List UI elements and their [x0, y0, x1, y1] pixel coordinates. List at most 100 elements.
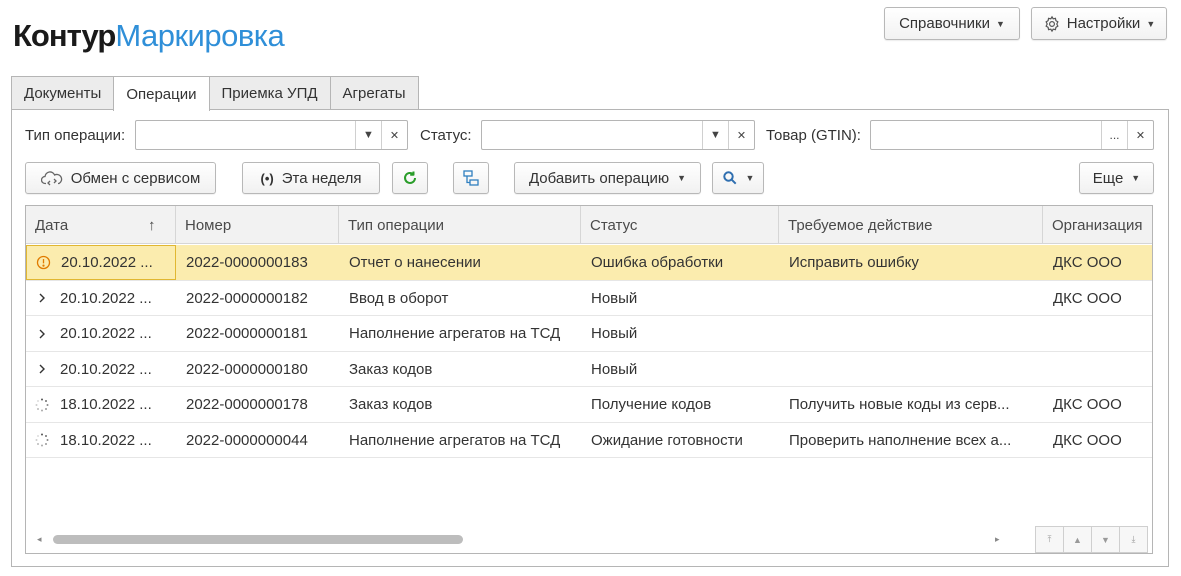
cell-text: Ожидание готовности — [591, 431, 743, 449]
cell-text: 20.10.2022 ... — [60, 289, 152, 307]
table-cell-status: Ожидание готовности — [581, 423, 779, 458]
column-header-status[interactable]: Статус — [581, 206, 779, 244]
table-cell-org: ДКС ООО — [1043, 281, 1152, 316]
cell-text: 2022-0000000183 — [186, 254, 308, 271]
scroll-right-icon[interactable]: ▸ — [995, 534, 1000, 545]
table-cell-org: ДКС ООО — [1043, 387, 1152, 422]
table-cell-date: 20.10.2022 ... — [26, 316, 176, 351]
table-cell-type: Наполнение агрегатов на ТСД — [339, 316, 581, 351]
column-header-required-action[interactable]: Требуемое действие — [779, 206, 1043, 244]
add-operation-button[interactable]: Добавить операцию ▼ — [514, 162, 701, 194]
exchange-with-service-button[interactable]: Обмен с сервисом — [25, 162, 216, 194]
product-field[interactable]: ... ✕ — [870, 120, 1154, 150]
table-cell-date: 20.10.2022 ... — [26, 352, 176, 387]
chevron-down-icon: ▼ — [745, 173, 755, 183]
go-first-icon[interactable]: ⤒ — [1035, 526, 1064, 553]
table-cell-action — [779, 281, 1043, 316]
more-dots-icon[interactable]: ... — [1101, 121, 1127, 149]
table-cell-type: Заказ кодов — [339, 387, 581, 422]
directories-button[interactable]: Справочники ▼ — [884, 7, 1020, 40]
tab-operations[interactable]: Операции — [113, 76, 210, 111]
clear-icon[interactable]: ✕ — [1127, 121, 1153, 149]
structure-button[interactable] — [453, 162, 489, 194]
table-row[interactable]: 20.10.2022 ... 2022-0000000183 Отчет о нан… — [26, 245, 1152, 281]
column-header-number[interactable]: Номер — [176, 206, 339, 244]
operation-type-value[interactable] — [136, 121, 355, 149]
cell-text: 20.10.2022 ... — [60, 325, 152, 342]
table-cell-action — [779, 352, 1043, 387]
table-row[interactable]: 20.10.2022 ... 2022-0000000182 Ввод в обор… — [26, 281, 1152, 316]
chevron-down-icon: ▼ — [995, 18, 1005, 29]
directories-label: Справочники — [899, 15, 990, 32]
table-cell-type: Заказ кодов — [339, 352, 581, 387]
search-button[interactable]: ▼ — [712, 162, 764, 194]
column-header-date[interactable]: Дата ↑ — [26, 206, 176, 244]
clear-icon[interactable]: ✕ — [381, 121, 407, 149]
status-value[interactable] — [482, 121, 702, 149]
table-row[interactable]: 20.10.2022 ... 2022-0000000180 Заказ кодов… — [26, 352, 1152, 387]
table-cell-number: 2022-0000000183 — [176, 245, 339, 280]
clear-icon[interactable]: ✕ — [728, 121, 754, 149]
error-circle-icon — [33, 255, 53, 270]
cell-text: Получить новые коды из серв... — [789, 396, 1010, 413]
table-cell-number: 2022-0000000182 — [176, 281, 339, 316]
page-down-icon[interactable]: ▼ — [1091, 526, 1120, 553]
table-header: Дата ↑ Номер Тип операции Статус Требуем… — [26, 206, 1152, 244]
table-cell-type: Отчет о нанесении — [339, 245, 581, 280]
product-value[interactable] — [871, 121, 1101, 149]
table-cell-number: 2022-0000000181 — [176, 316, 339, 351]
tab-aggregates[interactable]: Агрегаты — [329, 76, 419, 110]
operation-type-label: Тип операции: — [25, 127, 126, 144]
this-week-button[interactable]: (•) Эта неделя — [242, 162, 380, 194]
chevron-right-icon[interactable] — [32, 328, 52, 340]
column-header-organization[interactable]: Организация — [1043, 206, 1152, 244]
table-cell-type: Наполнение агрегатов на ТСД — [339, 423, 581, 458]
cell-text: Новый — [591, 360, 638, 378]
cell-text: Наполнение агрегатов на ТСД — [349, 325, 561, 342]
tab-upd-acceptance[interactable]: Приемка УПД — [208, 76, 331, 110]
table-row[interactable]: 20.10.2022 ... 2022-0000000181 Наполнение … — [26, 316, 1152, 352]
table-navigation: ⤒ ▲ ▼ ⤓ — [1035, 526, 1148, 553]
operation-type-field[interactable]: ▼ ✕ — [135, 120, 408, 150]
sort-ascending-icon: ↑ — [148, 216, 156, 234]
go-last-icon[interactable]: ⤓ — [1119, 526, 1148, 553]
page-up-icon[interactable]: ▲ — [1063, 526, 1092, 553]
search-icon — [722, 170, 738, 186]
app-logo: КонтурМаркировка — [13, 18, 285, 54]
broadcast-icon: (•) — [260, 170, 274, 186]
cell-text: Новый — [591, 325, 638, 342]
table-cell-status: Новый — [581, 352, 779, 387]
product-label: Товар (GTIN): — [766, 127, 861, 144]
cell-text: Отчет о нанесении — [349, 254, 481, 271]
cell-text: 2022-0000000182 — [186, 289, 308, 307]
cell-text: 2022-0000000180 — [186, 360, 308, 378]
table-cell-date: 18.10.2022 ... — [26, 423, 176, 458]
column-date-label: Дата — [35, 216, 69, 234]
refresh-button[interactable] — [392, 162, 428, 194]
more-button[interactable]: Еще ▼ — [1079, 162, 1154, 194]
dropdown-arrow-icon[interactable]: ▼ — [702, 121, 728, 149]
chevron-right-icon[interactable] — [32, 292, 52, 304]
cell-text: ДКС ООО — [1053, 431, 1122, 449]
table-cell-status: Ошибка обработки — [581, 245, 779, 280]
cell-text: 18.10.2022 ... — [60, 396, 152, 413]
table-row[interactable]: 18.10.2022 ... 2022-0000000044 Наполнение … — [26, 423, 1152, 458]
status-field[interactable]: ▼ ✕ — [481, 120, 755, 150]
column-header-operation-type[interactable]: Тип операции — [339, 206, 581, 244]
table-cell-date: 20.10.2022 ... — [26, 281, 176, 316]
cloud-sync-icon — [40, 170, 63, 186]
cell-text: 20.10.2022 ... — [60, 360, 152, 378]
horizontal-scrollbar-thumb[interactable] — [53, 535, 463, 544]
tab-documents[interactable]: Документы — [11, 76, 115, 110]
table-cell-status: Новый — [581, 281, 779, 316]
table-cell-action: Проверить наполнение всех а... — [779, 423, 1043, 458]
scroll-left-icon[interactable]: ◂ — [37, 534, 42, 545]
loading-spinner-icon — [32, 432, 52, 448]
table-cell-number: 2022-0000000180 — [176, 352, 339, 387]
chevron-down-icon: ▼ — [677, 173, 687, 183]
chevron-right-icon[interactable] — [32, 363, 52, 375]
settings-button[interactable]: Настройки ▼ — [1031, 7, 1167, 40]
cell-text: Получение кодов — [591, 396, 712, 413]
table-row[interactable]: 18.10.2022 ... 2022-0000000178 Заказ кодов… — [26, 387, 1152, 423]
dropdown-arrow-icon[interactable]: ▼ — [355, 121, 381, 149]
